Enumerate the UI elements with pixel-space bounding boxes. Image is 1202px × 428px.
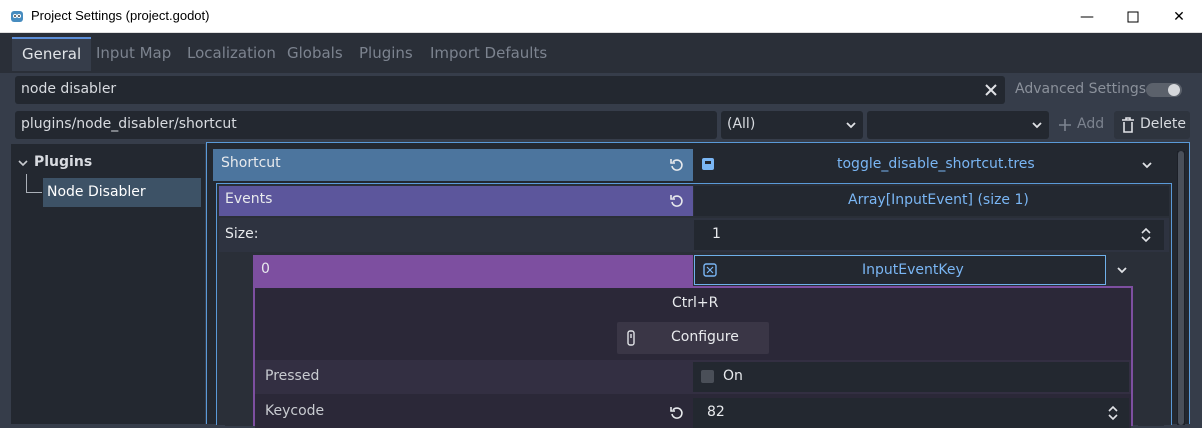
pressed-checkbox[interactable]: On — [693, 362, 1129, 392]
delete-label: Delete — [1140, 116, 1186, 132]
chevron-down-icon — [846, 122, 856, 129]
events-label: Events — [225, 191, 273, 207]
window-title: Project Settings (project.godot) — [31, 8, 210, 23]
key-combo-text: Ctrl+R — [672, 295, 719, 311]
tab-general[interactable]: General — [12, 37, 92, 71]
tree-item-node-disabler[interactable]: Node Disabler — [43, 178, 201, 207]
element-index-label: 0 — [261, 261, 270, 277]
array-size-value: 1 — [712, 226, 721, 242]
tree-section-plugins[interactable]: Plugins — [34, 154, 92, 170]
hint-filter-select[interactable] — [867, 111, 1049, 139]
array-element-index: 0 — [253, 255, 693, 287]
key-icon — [627, 330, 635, 346]
keycode-row: Keycode 82 — [255, 396, 1131, 428]
settings-tree: Plugins Node Disabler — [11, 144, 205, 424]
shortcut-subresource: Events Array[InputEvent] (size 1) Size: … — [216, 183, 1172, 428]
pressed-row: Pressed On — [255, 360, 1131, 394]
keycode-value: 82 — [707, 404, 725, 420]
delete-property-button[interactable]: Delete — [1114, 111, 1190, 139]
shortcut-resource-picker[interactable]: toggle_disable_shortcut.tres — [693, 149, 1173, 181]
close-icon: ✕ — [1173, 8, 1185, 25]
configure-button[interactable]: Configure — [617, 322, 769, 354]
property-path-value: plugins/node_disabler/shortcut — [21, 116, 237, 132]
events-array-value: Array[InputEvent] (size 1) — [848, 192, 1029, 208]
search-input-value: node disabler — [21, 81, 117, 97]
add-label: Add — [1077, 116, 1105, 132]
inspector-panel: Shortcut toggle_disable_shortcut.tres Ev… — [206, 142, 1190, 428]
minimize-button[interactable]: — — [1064, 0, 1110, 33]
element-resource-picker[interactable]: InputEventKey — [694, 255, 1106, 285]
property-path-input[interactable]: plugins/node_disabler/shortcut — [15, 111, 717, 139]
revert-icon[interactable] — [669, 405, 685, 421]
tab-localization[interactable]: Localization — [177, 37, 286, 69]
input-event-key-icon — [703, 263, 717, 277]
tab-globals[interactable]: Globals — [277, 37, 353, 69]
minimize-icon: — — [1080, 8, 1094, 25]
tab-input-map[interactable]: Input Map — [86, 37, 181, 69]
array-size-row: Size: 1 — [219, 218, 1169, 252]
clear-search-icon[interactable] — [984, 83, 998, 97]
tab-plugins[interactable]: Plugins — [349, 37, 423, 69]
type-filter-select[interactable]: (All) — [721, 111, 863, 139]
trash-icon — [1122, 117, 1134, 133]
add-property-button[interactable]: Add — [1055, 111, 1111, 139]
tree-connector — [26, 192, 42, 193]
type-filter-value: (All) — [727, 116, 756, 132]
tree-connector — [26, 174, 27, 192]
array-element-scroll-area — [1138, 254, 1164, 426]
search-input[interactable]: node disabler — [15, 76, 1005, 104]
shortcut-property[interactable]: Shortcut — [213, 149, 693, 181]
scrollbar-thumb[interactable] — [1178, 151, 1184, 425]
checkbox-box — [701, 370, 714, 383]
chevron-down-icon[interactable] — [18, 158, 28, 168]
close-window-button[interactable]: ✕ — [1156, 0, 1202, 33]
configure-label: Configure — [671, 329, 739, 345]
events-property[interactable]: Events — [219, 186, 693, 216]
godot-icon — [11, 11, 23, 22]
toggle-knob — [1168, 84, 1180, 96]
keycode-label: Keycode — [265, 403, 325, 419]
maximize-button[interactable] — [1110, 0, 1156, 33]
chevron-down-icon[interactable] — [1141, 160, 1153, 170]
pressed-value: On — [723, 368, 743, 384]
element-resource-value: InputEventKey — [862, 262, 964, 278]
revert-icon[interactable] — [669, 193, 685, 209]
array-size-label: Size: — [225, 226, 259, 242]
tab-bar: General Input Map Localization Globals P… — [0, 33, 1202, 73]
tree-item-label: Node Disabler — [47, 184, 146, 200]
revert-icon[interactable] — [669, 157, 685, 173]
array-element-handle[interactable] — [225, 254, 253, 426]
shortcut-resource-value: toggle_disable_shortcut.tres — [837, 156, 1035, 172]
maximize-icon — [1127, 11, 1139, 22]
chevron-down-icon — [1032, 122, 1042, 129]
events-array-button[interactable]: Array[InputEvent] (size 1) — [694, 186, 1169, 216]
advanced-settings-toggle[interactable] — [1146, 83, 1182, 97]
advanced-settings-label: Advanced Settings — [1015, 81, 1147, 97]
array-size-spinbox[interactable]: 1 — [694, 220, 1164, 250]
spinner-arrows-icon[interactable] — [1107, 404, 1119, 422]
input-event-key-panel: Ctrl+R Configure Pressed On Keycode 82 — [253, 286, 1133, 428]
window-titlebar: Project Settings (project.godot) — ✕ — [0, 0, 1202, 33]
chevron-down-icon[interactable] — [1116, 265, 1128, 275]
plus-icon — [1059, 119, 1071, 131]
spinner-arrows-icon[interactable] — [1140, 226, 1152, 244]
resource-icon — [702, 158, 714, 170]
shortcut-label: Shortcut — [221, 155, 281, 171]
tab-import-defaults[interactable]: Import Defaults — [420, 37, 557, 69]
pressed-label: Pressed — [265, 368, 320, 384]
inspector-scrollbar[interactable] — [1177, 151, 1185, 425]
